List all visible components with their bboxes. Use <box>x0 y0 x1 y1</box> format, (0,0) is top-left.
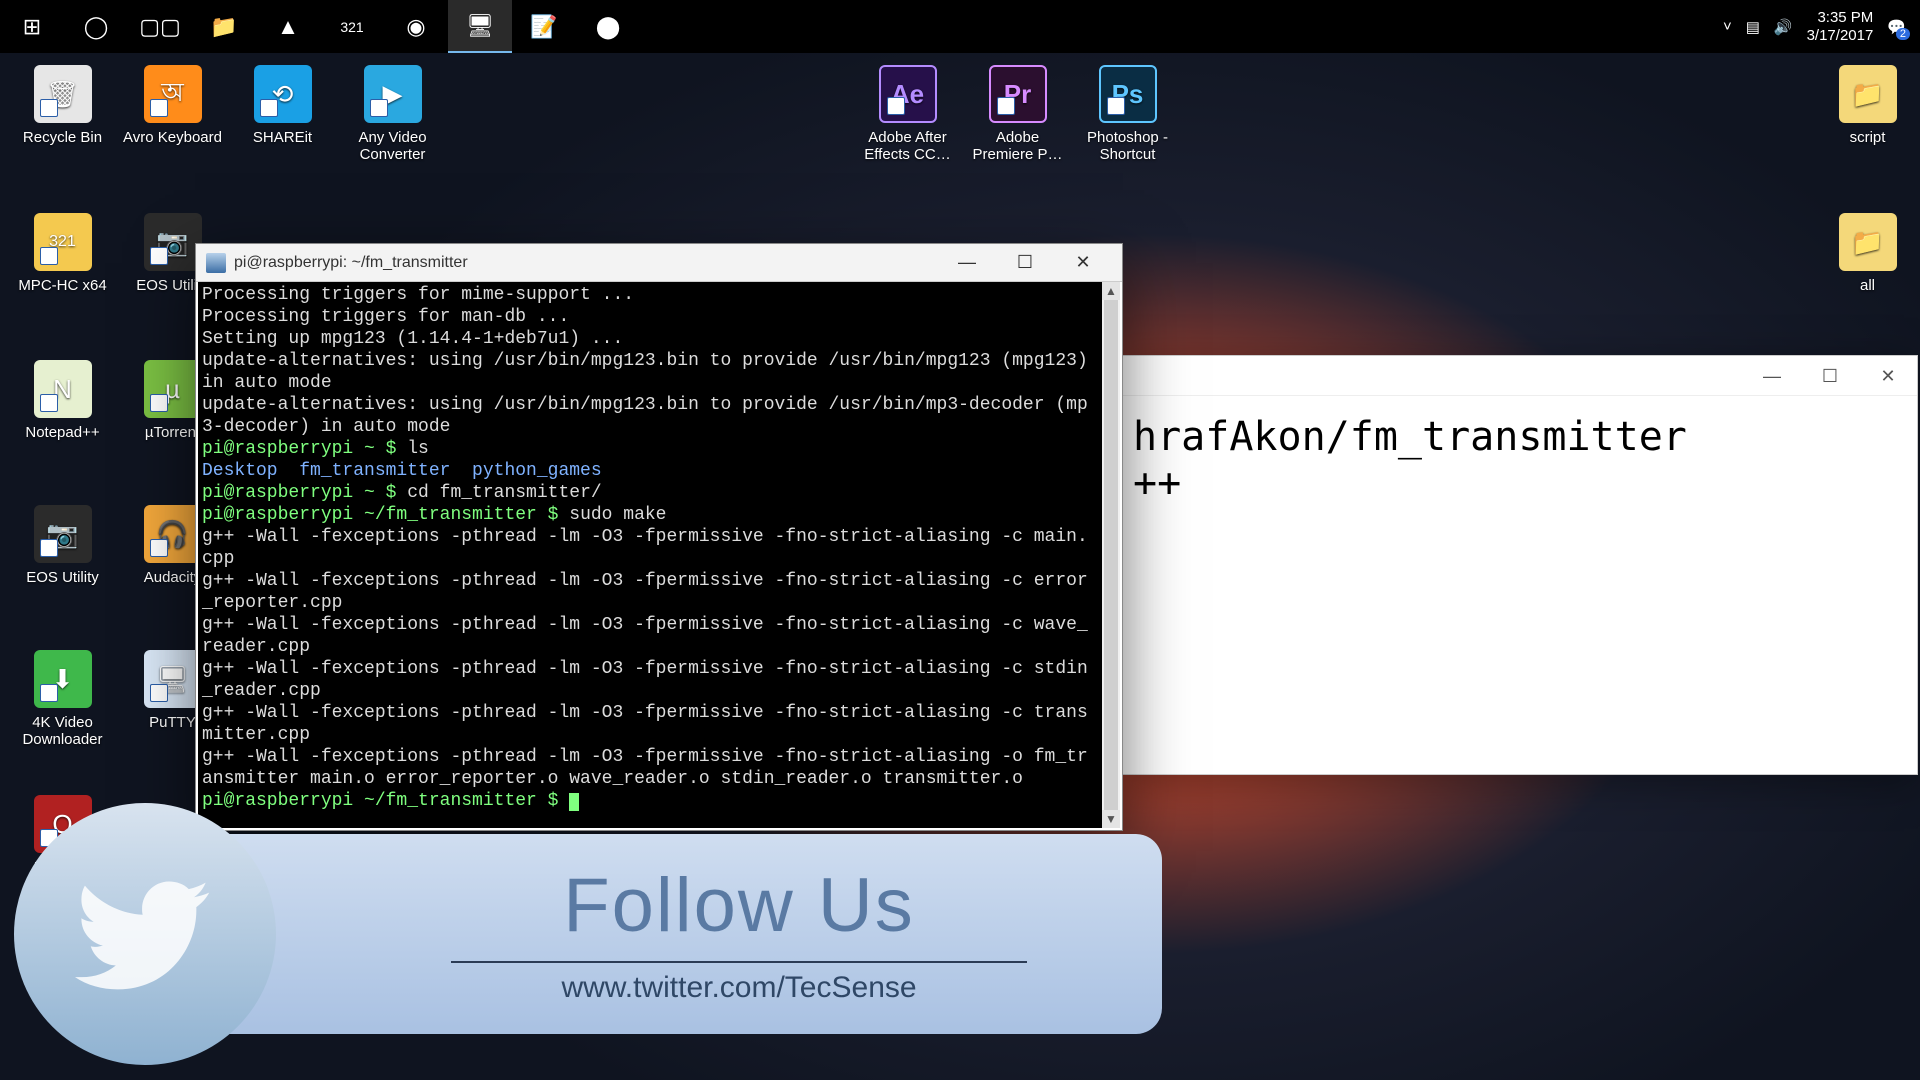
icon-label: Photoshop - Shortcut <box>1075 129 1180 163</box>
icon-label: Avro Keyboard <box>120 129 225 146</box>
putty-title-text: pi@raspberrypi: ~/fm_transmitter <box>234 254 468 272</box>
desktop-icon[interactable]: Ae Adobe After Effects CC… <box>855 65 960 163</box>
terminal-line: Processing triggers for man-db ... <box>202 306 1098 328</box>
desktop-icon[interactable]: 🗑 Recycle Bin <box>10 65 115 146</box>
app-icon: ⟲ <box>254 65 312 123</box>
putty-icon <box>206 253 226 273</box>
desktop-icon[interactable]: ▶ Any Video Converter <box>340 65 445 163</box>
desktop-icon[interactable]: N Notepad++ <box>10 360 115 441</box>
notepad-close-button[interactable]: ✕ <box>1859 356 1917 396</box>
app-icon: ▶ <box>364 65 422 123</box>
icon-label: SHAREit <box>230 129 335 146</box>
icon-label: Adobe Premiere P… <box>965 129 1070 163</box>
desktop-icon[interactable]: ⟲ SHAREit <box>230 65 335 146</box>
terminal-line: g++ -Wall -fexceptions -pthread -lm -O3 … <box>202 526 1098 570</box>
maximize-button[interactable]: ☐ <box>996 244 1054 282</box>
notepad-window[interactable]: — ☐ ✕ hrafAkon/fm_transmitter ++ <box>1120 355 1918 775</box>
folder-icon: 📁 <box>1839 65 1897 123</box>
app-icon: Ps <box>1099 65 1157 123</box>
icon-label: 4K Video Downloader <box>10 714 115 748</box>
terminal-line: g++ -Wall -fexceptions -pthread -lm -O3 … <box>202 702 1098 746</box>
desktop-icon[interactable]: 📁 all <box>1815 213 1920 294</box>
desktop-icon[interactable]: Ps Photoshop - Shortcut <box>1075 65 1180 163</box>
terminal-line: g++ -Wall -fexceptions -pthread -lm -O3 … <box>202 614 1098 658</box>
icon-label: script <box>1815 129 1920 146</box>
banner-bar: Follow Us www.twitter.com/TecSense <box>196 834 1162 1034</box>
banner-url: www.twitter.com/TecSense <box>561 971 916 1005</box>
app-icon: Pr <box>989 65 1047 123</box>
close-button[interactable]: ✕ <box>1054 244 1112 282</box>
twitter-icon <box>75 864 215 1004</box>
banner-heading: Follow Us <box>563 862 915 949</box>
desktop-icon[interactable]: ⬇ 4K Video Downloader <box>10 650 115 748</box>
minimize-button[interactable]: — <box>938 244 996 282</box>
follow-us-banner: Follow Us www.twitter.com/TecSense <box>14 816 1162 1051</box>
terminal-line: g++ -Wall -fexceptions -pthread -lm -O3 … <box>202 570 1098 614</box>
putty-window[interactable]: pi@raspberrypi: ~/fm_transmitter — ☐ ✕ P… <box>195 243 1123 831</box>
terminal-output[interactable]: Processing triggers for mime-support ...… <box>198 282 1102 828</box>
icon-label: Adobe After Effects CC… <box>855 129 960 163</box>
desktop-icon[interactable]: 321 MPC-HC x64 <box>10 213 115 294</box>
notepad-minimize-button[interactable]: — <box>1743 356 1801 396</box>
desktop-icon[interactable]: 📁 script <box>1815 65 1920 146</box>
terminal-line: pi@raspberrypi ~/fm_transmitter $ <box>202 790 1098 812</box>
terminal-line: g++ -Wall -fexceptions -pthread -lm -O3 … <box>202 658 1098 702</box>
terminal-line: pi@raspberrypi ~ $ cd fm_transmitter/ <box>202 482 1098 504</box>
terminal-line: Setting up mpg123 (1.14.4-1+deb7u1) ... <box>202 328 1098 350</box>
app-icon: অ <box>144 65 202 123</box>
app-icon: 🗑 <box>34 65 92 123</box>
app-icon: 📷 <box>144 213 202 271</box>
app-icon: 📷 <box>34 505 92 563</box>
terminal-line: g++ -Wall -fexceptions -pthread -lm -O3 … <box>202 746 1098 790</box>
app-icon: 321 <box>34 213 92 271</box>
notepad-line: ++ <box>1133 460 1905 506</box>
terminal-scrollbar[interactable]: ▲ ▼ <box>1102 282 1120 828</box>
terminal-line: Processing triggers for mime-support ... <box>202 284 1098 306</box>
terminal-line: update-alternatives: using /usr/bin/mpg1… <box>202 394 1098 438</box>
terminal-line: pi@raspberrypi ~/fm_transmitter $ sudo m… <box>202 504 1098 526</box>
icon-label: all <box>1815 277 1920 294</box>
app-icon: N <box>34 360 92 418</box>
icon-label: Recycle Bin <box>10 129 115 146</box>
app-icon: µ <box>144 360 202 418</box>
terminal-line: Desktop fm_transmitter python_games <box>202 460 1098 482</box>
app-icon: Ae <box>879 65 937 123</box>
folder-icon: 📁 <box>1839 213 1897 271</box>
desktop-icon[interactable]: Pr Adobe Premiere P… <box>965 65 1070 163</box>
terminal-line: pi@raspberrypi ~ $ ls <box>202 438 1098 460</box>
app-icon: 🎧 <box>144 505 202 563</box>
desktop-icon[interactable]: অ Avro Keyboard <box>120 65 225 146</box>
icon-label: Any Video Converter <box>340 129 445 163</box>
twitter-circle <box>14 803 276 1065</box>
notepad-line: hrafAkon/fm_transmitter <box>1133 414 1905 460</box>
icon-label: EOS Utility <box>10 569 115 586</box>
desktop-icon[interactable]: 📷 EOS Utility <box>10 505 115 586</box>
scroll-thumb[interactable] <box>1104 300 1118 810</box>
terminal-line: update-alternatives: using /usr/bin/mpg1… <box>202 350 1098 394</box>
banner-divider <box>451 961 1026 963</box>
scroll-up-button[interactable]: ▲ <box>1102 282 1120 300</box>
icon-label: Notepad++ <box>10 424 115 441</box>
app-icon: 🖥 <box>144 650 202 708</box>
notepad-maximize-button[interactable]: ☐ <box>1801 356 1859 396</box>
app-icon: ⬇ <box>34 650 92 708</box>
putty-titlebar[interactable]: pi@raspberrypi: ~/fm_transmitter — ☐ ✕ <box>196 244 1122 282</box>
icon-label: MPC-HC x64 <box>10 277 115 294</box>
notepad-text-area[interactable]: hrafAkon/fm_transmitter ++ <box>1121 396 1917 524</box>
